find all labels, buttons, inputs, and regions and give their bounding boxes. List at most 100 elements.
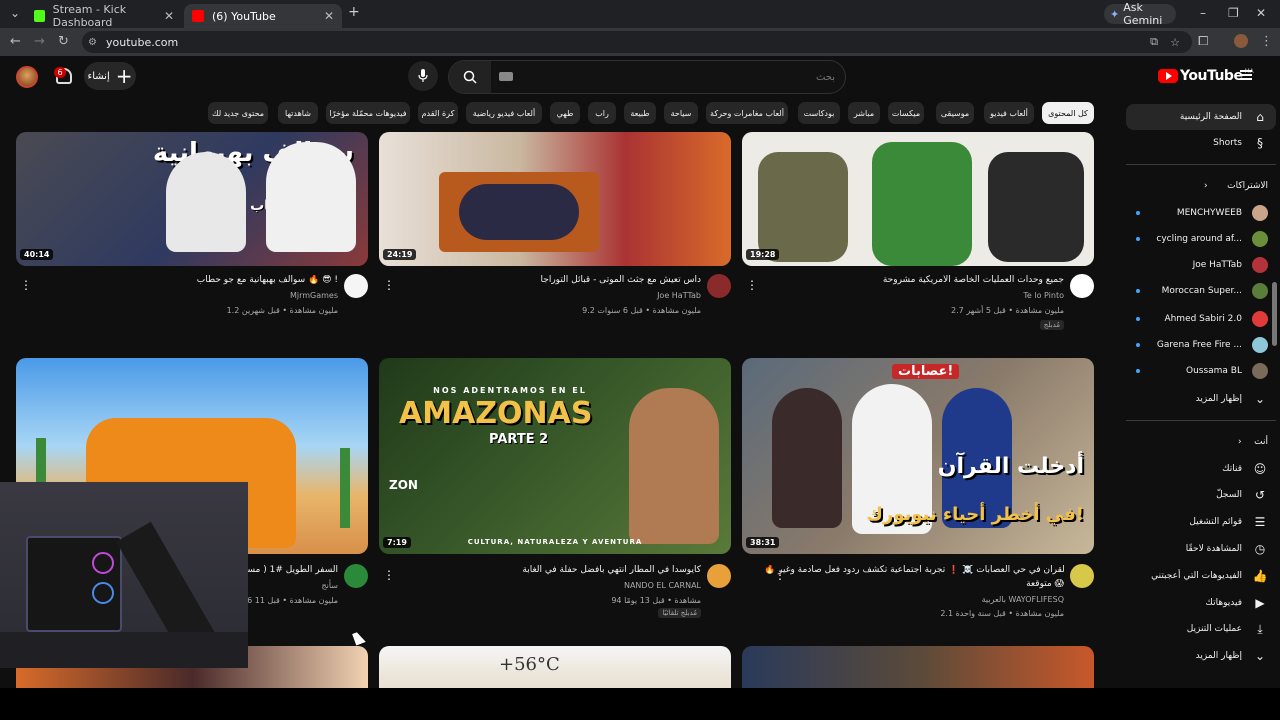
sidebar-item-history[interactable]: السجلّ ↺: [1126, 482, 1276, 508]
sidebar-item-subscription[interactable]: Joe HaTTab: [1126, 252, 1276, 278]
more-options-icon[interactable]: ⋮: [746, 278, 758, 292]
sidebar-item-your-videos[interactable]: فيديوهاتك ▶: [1126, 590, 1276, 616]
search-button[interactable]: [449, 61, 491, 93]
chip-recently-uploaded[interactable]: فيديوهات محمّلة مؤخرًا: [326, 102, 410, 124]
site-info-icon[interactable]: ⚙: [88, 37, 97, 48]
channel-name[interactable]: سأنج: [321, 581, 338, 590]
channel-name[interactable]: MjrmGames: [290, 291, 338, 300]
video-card[interactable]: 24:19 داس تعيش مع جثث الموتى - قبائل الت…: [379, 132, 731, 322]
sidebar-item-subscription[interactable]: Moroccan Super...: [1126, 278, 1276, 304]
sidebar-item-shorts[interactable]: Shorts §: [1126, 130, 1276, 156]
chip-action-games[interactable]: ألعاب مغامرات وحركة: [706, 102, 788, 124]
video-card[interactable]: 19:28 جميع وحدات العمليات الخاصة الأمريك…: [742, 132, 1094, 332]
sidebar-item-watch-later[interactable]: المشاهدة لاحقًا ◷: [1126, 536, 1276, 562]
menu-dots-icon[interactable]: ⋮: [1260, 34, 1273, 49]
tab-youtube[interactable]: (6) YouTube ✕: [184, 4, 342, 28]
video-card[interactable]: [742, 646, 1094, 688]
video-title[interactable]: داس تعيش مع جثث الموتى - قبائل التوراجا: [401, 275, 701, 285]
ask-gemini-button[interactable]: ✦ Ask Gemini: [1104, 1, 1176, 27]
install-icon[interactable]: ⧉: [1150, 35, 1158, 49]
sidebar-item-liked-videos[interactable]: الفيديوهات التي أعجبتني 👍: [1126, 563, 1276, 589]
channel-avatar[interactable]: [1070, 274, 1094, 298]
sidebar-item-your-channel[interactable]: قناتك ☺: [1126, 456, 1276, 482]
close-icon[interactable]: ✕: [324, 9, 334, 23]
sidebar-item-subscription[interactable]: Garena Free Fire ...: [1126, 332, 1276, 358]
page-scrollbar[interactable]: [1272, 282, 1277, 346]
video-thumbnail[interactable]: 24:19: [379, 132, 731, 266]
sidebar-item-subscription[interactable]: MENCHYWEEB: [1126, 200, 1276, 226]
sidebar-item-home[interactable]: الصفحة الرئيسية ⌂: [1126, 104, 1276, 130]
more-options-icon[interactable]: ⋮: [20, 278, 32, 292]
channel-name[interactable]: Joe HaTTab: [657, 291, 701, 300]
chip-podcast[interactable]: بودكاست: [798, 102, 840, 124]
sidebar-item-subscription[interactable]: Oussama BL: [1126, 358, 1276, 384]
chip-music[interactable]: موسيقى: [936, 102, 974, 124]
chip-tourism[interactable]: سياحة: [664, 102, 698, 124]
video-card[interactable]: عصابات! أدخلت القرآن في أخطر أحياء نيويو…: [742, 358, 1094, 620]
chip-nature[interactable]: طبيعة: [624, 102, 656, 124]
channel-avatar[interactable]: [1070, 564, 1094, 588]
bookmark-star-icon[interactable]: ☆: [1170, 36, 1180, 49]
video-card[interactable]: سوالف بهبهانية مع جو حطاب 40:14 سوالف به…: [16, 132, 368, 322]
channel-name[interactable]: بالعربية WAYOFLIFESQ: [982, 595, 1064, 604]
channel-name[interactable]: NANDO EL CARNAL: [624, 581, 701, 590]
you-header[interactable]: أنت ›: [1126, 432, 1276, 452]
tab-kick[interactable]: Stream - Kick Dashboard ✕: [26, 3, 182, 29]
sidebar-item-subscription[interactable]: Ahmed Sabiri 2.0: [1126, 306, 1276, 332]
reload-icon[interactable]: ↻: [58, 34, 69, 49]
sidebar-item-subscription[interactable]: cycling around af...: [1126, 226, 1276, 252]
chip-live[interactable]: مباشر: [848, 102, 880, 124]
channel-avatar[interactable]: [344, 274, 368, 298]
sidebar-show-more-2[interactable]: إظهار المزيد ⌄: [1126, 643, 1276, 669]
chip-video-games[interactable]: ألعاب فيديو: [984, 102, 1034, 124]
video-thumbnail[interactable]: [742, 646, 1094, 688]
back-icon[interactable]: ←: [10, 34, 21, 49]
hamburger-menu-icon[interactable]: [1240, 70, 1252, 80]
video-card[interactable]: +56°C: [379, 646, 731, 688]
video-thumbnail[interactable]: سوالف بهبهانية مع جو حطاب 40:14: [16, 132, 368, 266]
channel-avatar[interactable]: [707, 274, 731, 298]
chip-watched[interactable]: شاهدتها: [278, 102, 318, 124]
create-button[interactable]: إنشاء +: [84, 62, 136, 90]
voice-search-button[interactable]: [408, 61, 438, 91]
video-title[interactable]: كايوسدا في المطار انتهي بأفضل حفلة في ال…: [401, 565, 701, 575]
more-options-icon[interactable]: ⋮: [774, 568, 786, 582]
chip-football[interactable]: كرة القدم: [418, 102, 458, 124]
video-title[interactable]: 🔥 القرآن في حي العصابات ☠️ ❗ تجربة اجتما…: [764, 565, 1064, 575]
channel-avatar[interactable]: [707, 564, 731, 588]
tab-list-icon[interactable]: ⌄: [10, 6, 20, 20]
sidebar-show-more[interactable]: إظهار المزيد ⌄: [1126, 386, 1276, 412]
chip-new-for-you[interactable]: محتوى جديد لك: [208, 102, 268, 124]
video-thumbnail[interactable]: +56°C: [379, 646, 731, 688]
video-thumbnail[interactable]: 19:28: [742, 132, 1094, 266]
video-thumbnail[interactable]: NOS ADENTRAMOS EN EL AMAZONAS PARTE 2 ZO…: [379, 358, 731, 554]
account-avatar[interactable]: [16, 66, 38, 88]
chip-cooking[interactable]: طهي: [550, 102, 580, 124]
forward-icon[interactable]: →: [34, 34, 45, 49]
new-tab-icon[interactable]: +: [348, 4, 360, 20]
more-options-icon[interactable]: ⋮: [383, 568, 395, 582]
more-options-icon[interactable]: ⋮: [383, 278, 395, 292]
chip-mixes[interactable]: ميكسات: [888, 102, 924, 124]
video-title[interactable]: جميع وحدات العمليات الخاصة الأمريكية مشر…: [764, 275, 1064, 285]
address-bar[interactable]: ⚙ youtube.com ⧉ ☆: [82, 31, 1192, 53]
close-window-icon[interactable]: ✕: [1256, 6, 1266, 20]
minimize-icon[interactable]: –: [1200, 6, 1206, 20]
video-thumbnail[interactable]: عصابات! أدخلت القرآن في أخطر أحياء نيويو…: [742, 358, 1094, 554]
video-title-line2[interactable]: متوقعة 😱: [764, 579, 1064, 589]
video-title[interactable]: سوالف بهبهانية مع جو حطاب 🔥 😎 !: [38, 275, 338, 285]
channel-avatar[interactable]: [344, 564, 368, 588]
maximize-icon[interactable]: ❐: [1228, 6, 1239, 20]
chip-all[interactable]: كل المحتوى: [1042, 102, 1094, 124]
extensions-icon[interactable]: ⧠: [1198, 34, 1208, 49]
sidebar-item-downloads[interactable]: عمليات التنزيل ⤓: [1126, 616, 1276, 642]
chip-sports-games[interactable]: ألعاب فيديو رياضية: [466, 102, 542, 124]
video-card[interactable]: NOS ADENTRAMOS EN EL AMAZONAS PARTE 2 ZO…: [379, 358, 731, 620]
search-input[interactable]: [491, 61, 845, 93]
profile-avatar[interactable]: [1234, 34, 1248, 48]
sidebar-item-playlists[interactable]: قوائم التشغيل ☰: [1126, 509, 1276, 535]
subscriptions-header[interactable]: الاشتراكات ›: [1126, 176, 1276, 196]
close-icon[interactable]: ✕: [164, 9, 174, 23]
chip-rap[interactable]: راب: [588, 102, 616, 124]
channel-name[interactable]: Te lo Pinto: [1023, 291, 1064, 300]
